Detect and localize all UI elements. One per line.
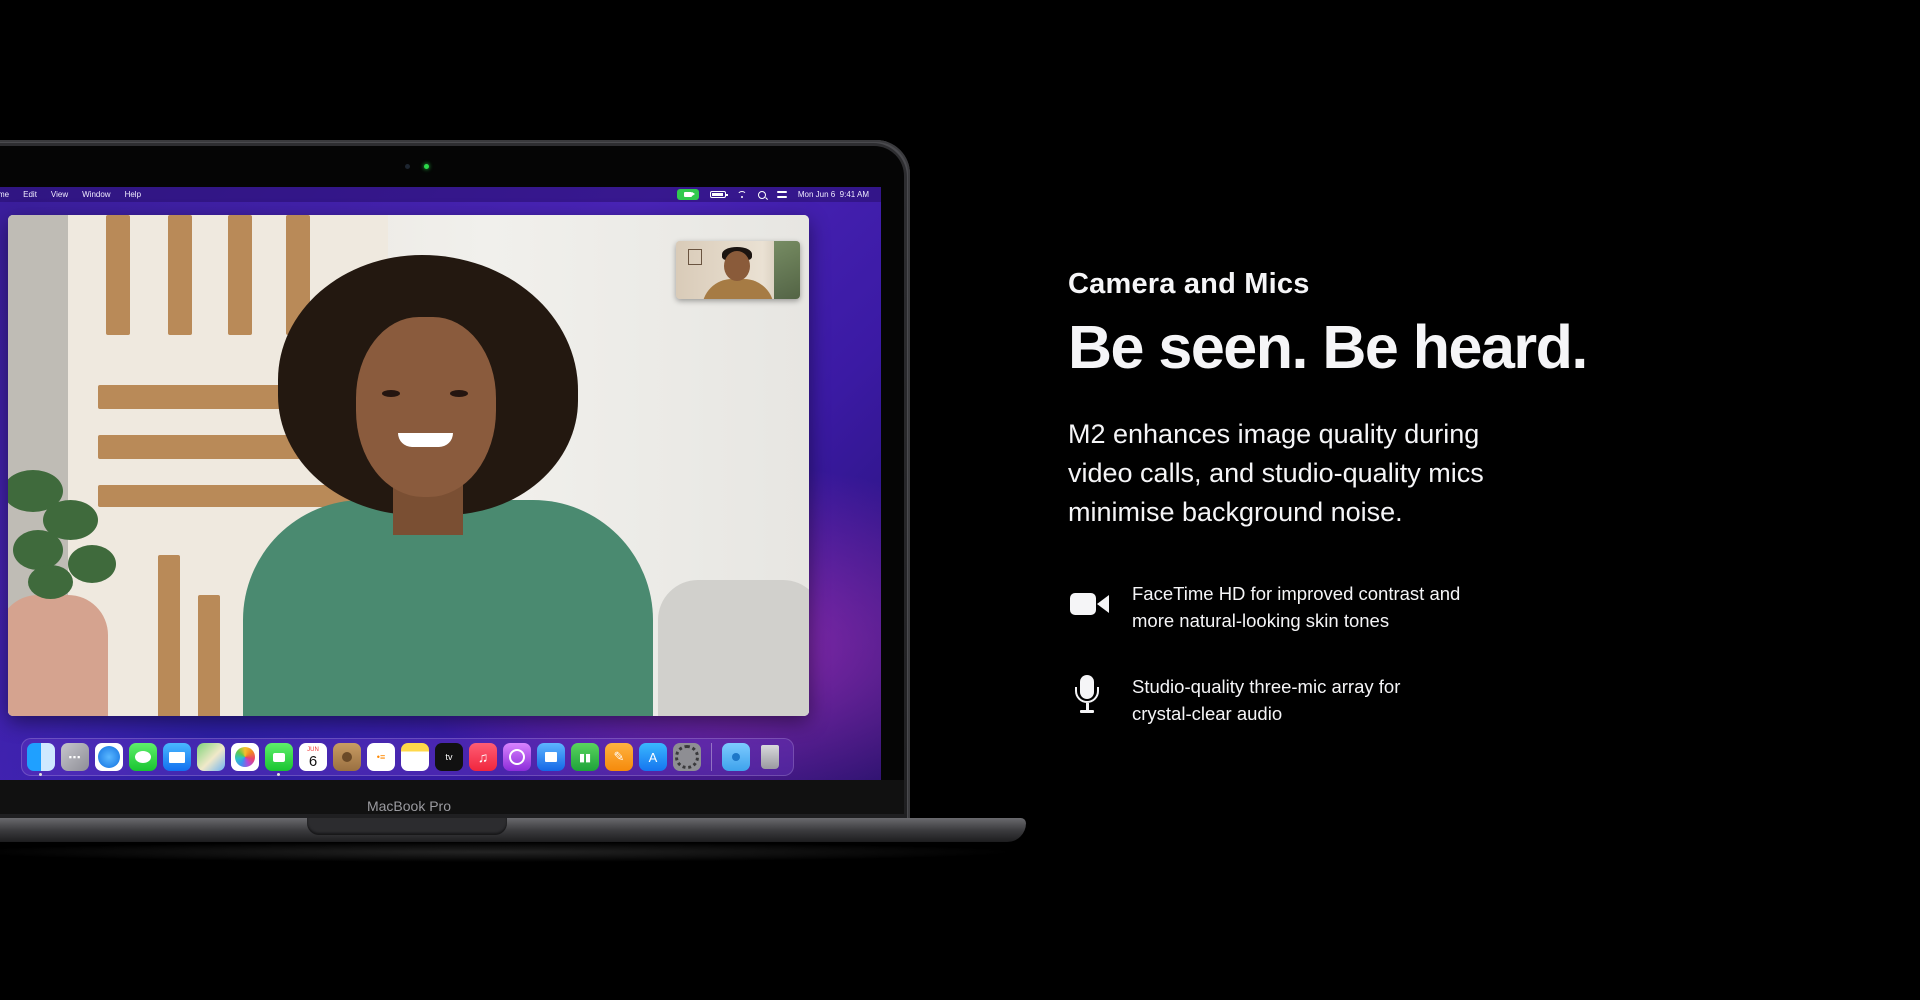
microphone-icon [1068,671,1110,723]
wifi-icon[interactable] [737,191,747,199]
spotlight-search-icon[interactable] [757,190,766,199]
feature-text-mics: Studio-quality three-mic array for cryst… [1132,676,1401,725]
feature-list: FaceTime HD for improved contrast and mo… [1068,578,1768,727]
menu-edit[interactable]: Edit [23,187,37,202]
safari-icon[interactable] [95,743,123,771]
section-eyebrow: Camera and Mics [1068,268,1310,300]
mail-icon[interactable] [163,743,191,771]
menu-app-name[interactable]: me [0,187,9,202]
music-icon[interactable]: ♫ [469,743,497,771]
trash-icon[interactable] [756,743,784,771]
hanging-stripe [228,215,252,335]
plant-leaf [13,530,63,570]
calendar-icon-day: 6 [308,752,318,770]
pages-icon[interactable]: ✎ [605,743,633,771]
video-camera-icon [1068,578,1110,630]
photos-icon[interactable] [231,743,259,771]
menu-bar: me Edit View Window Help Mon Jun 6 9:41 … [0,187,881,202]
feature-item-mics: Studio-quality three-mic array for cryst… [1068,671,1768,727]
menu-bar-status: Mon Jun 6 9:41 AM [676,187,869,202]
podcasts-icon[interactable] [503,743,531,771]
self-view-plant [774,241,800,299]
caller-eye [382,390,400,397]
caller-smile [398,433,453,447]
caller-eye [450,390,468,397]
feature-item-camera: FaceTime HD for improved contrast and mo… [1068,578,1768,634]
dock: ▪▪▪ JUN 6 •≡ tv ♫ ▮▮ ✎ A [21,738,794,776]
section-body: M2 enhances image quality during video c… [1068,419,1484,528]
menu-bar-clock[interactable]: Mon Jun 6 9:41 AM [798,187,869,202]
keynote-icon[interactable] [537,743,565,771]
feature-copy: Camera and Mics Be seen. Be heard. M2 en… [1068,268,1768,764]
laptop-screen: me Edit View Window Help Mon Jun 6 9:41 … [0,187,881,780]
hanging-stripe [106,215,130,335]
calendar-icon[interactable]: JUN 6 [299,743,327,771]
laptop-base [0,818,1026,842]
hanging-stripe [158,555,180,716]
maps-icon[interactable] [197,743,225,771]
dock-separator [711,743,712,771]
facetime-active-icon[interactable] [676,189,699,200]
control-center-icon[interactable] [776,191,787,198]
messages-icon[interactable] [129,743,157,771]
facetime-window[interactable] [8,215,809,716]
numbers-icon[interactable]: ▮▮ [571,743,599,771]
menu-window[interactable]: Window [82,187,110,202]
app-store-icon[interactable]: A [639,743,667,771]
plant-leaf [28,565,73,599]
contacts-icon[interactable] [333,743,361,771]
apple-tv-icon[interactable]: tv [435,743,463,771]
menu-view[interactable]: View [51,187,68,202]
downloads-folder-icon[interactable] [722,743,750,771]
camera-lens [405,164,410,169]
plant-pot [8,595,108,716]
self-view-thumbnail[interactable] [676,241,800,299]
battery-icon[interactable] [709,191,728,198]
camera-indicator-light [424,164,429,169]
self-view-face [724,251,750,281]
feature-text-camera: FaceTime HD for improved contrast and mo… [1132,583,1461,632]
caller-face [356,317,496,497]
laptop-shadow [0,842,1020,862]
section-headline: Be seen. Be heard. [1068,313,1588,381]
self-view-frame [688,249,702,265]
laptop-opening-notch [307,818,507,835]
launchpad-icon[interactable]: ▪▪▪ [61,743,89,771]
pouf [658,580,809,716]
menu-help[interactable]: Help [125,187,141,202]
system-preferences-icon[interactable] [673,743,701,771]
laptop-brand-label: MacBook Pro [366,798,452,814]
plant-leaf [68,545,116,583]
macbook-illustration: me Edit View Window Help Mon Jun 6 9:41 … [0,0,1030,870]
hanging-stripe [198,595,220,716]
reminders-icon[interactable]: •≡ [367,743,395,771]
hanging-stripe [168,215,192,335]
facetime-icon[interactable] [265,743,293,776]
finder-icon[interactable] [27,743,55,776]
notes-icon[interactable] [401,743,429,771]
